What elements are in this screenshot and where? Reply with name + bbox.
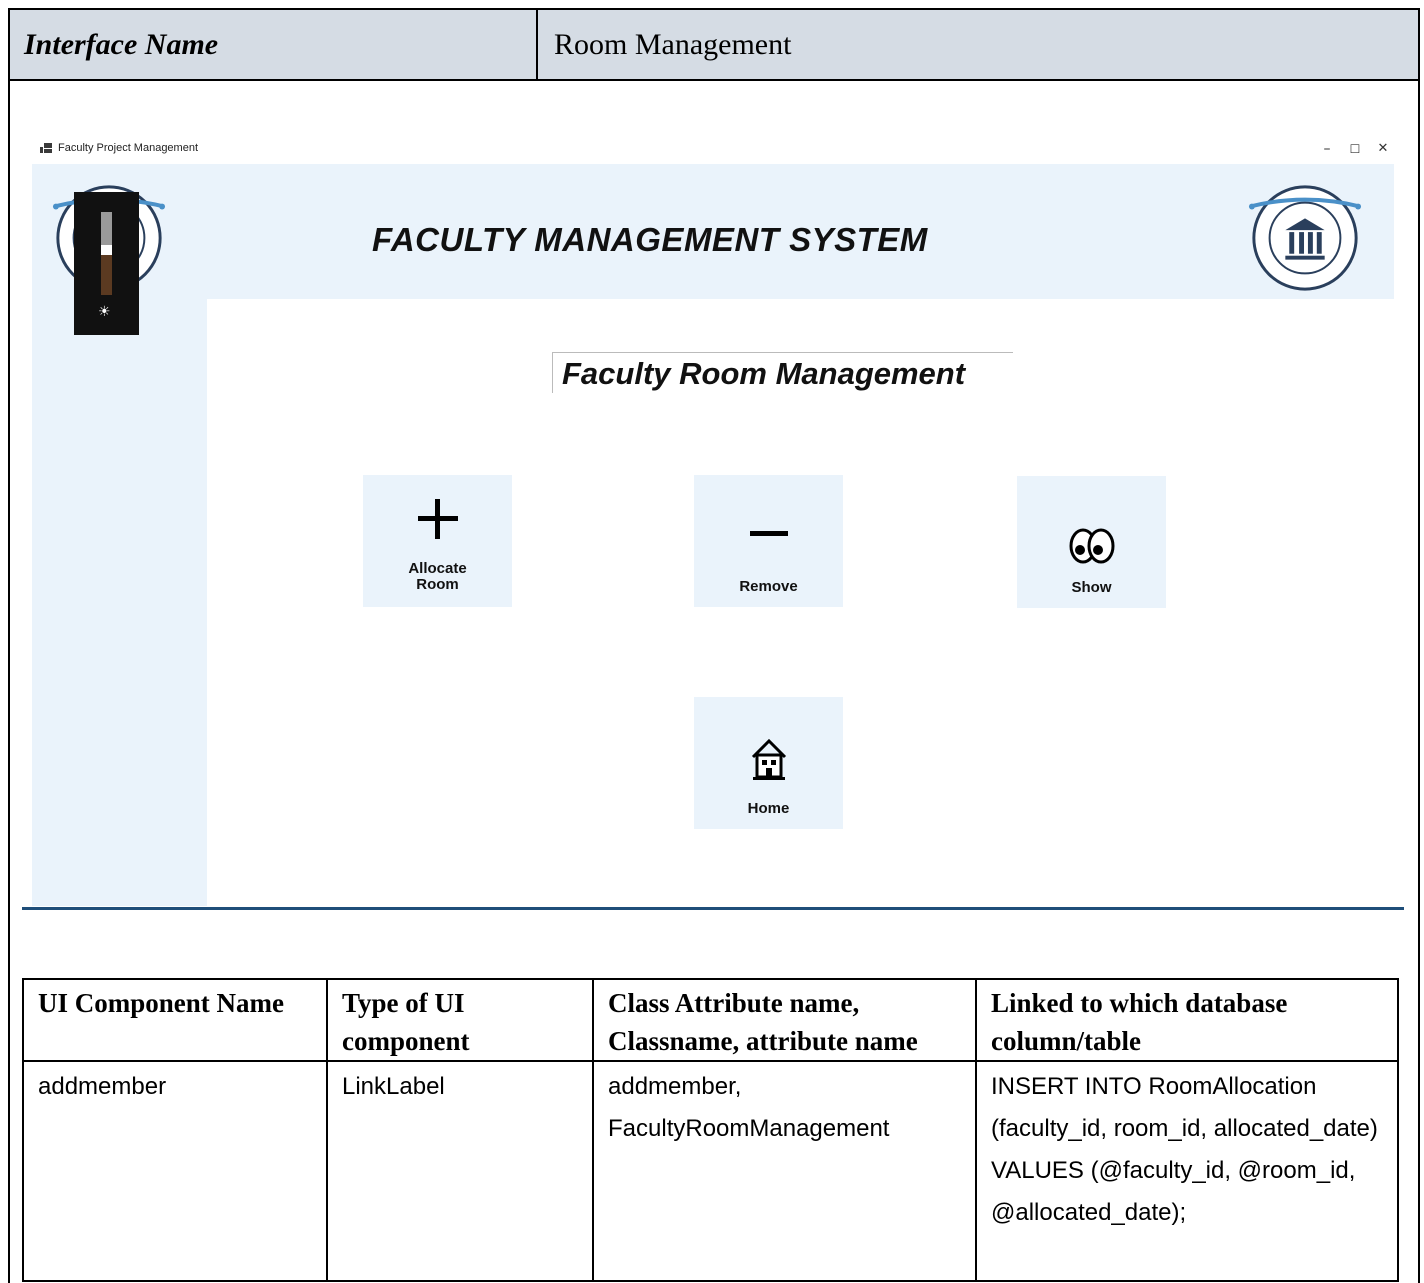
right-logo	[1246, 179, 1364, 297]
allocate-room-button[interactable]: Allocate Room	[363, 475, 512, 607]
show-button[interactable]: Show	[1017, 476, 1166, 608]
table-cell: LinkLabel	[326, 1060, 594, 1282]
table-cell: addmember	[22, 1060, 328, 1282]
brightness-slider-thumb[interactable]	[101, 245, 112, 255]
home-label: Home	[747, 800, 790, 817]
home-button[interactable]: Home	[694, 697, 843, 829]
window-title: Faculty Project Management	[58, 142, 199, 154]
plus-icon	[363, 497, 512, 546]
app-title: FACULTY MANAGEMENT SYSTEM	[372, 221, 928, 258]
minus-icon	[694, 523, 843, 548]
interface-header-row: Interface Name Room Management	[8, 8, 1420, 81]
sun-icon: ☀	[98, 304, 111, 320]
brightness-popup: ☀	[74, 192, 139, 335]
column-header: UI Component Name	[22, 978, 328, 1062]
show-label: Show	[1071, 579, 1112, 596]
column-header: Class Attribute name, Classname, attribu…	[592, 978, 977, 1062]
minimize-button[interactable]: –	[1312, 139, 1342, 159]
remove-button[interactable]: Remove	[694, 475, 843, 607]
remove-label: Remove	[739, 578, 798, 595]
interface-name-label: Interface Name	[10, 10, 538, 79]
app-icon	[40, 143, 52, 153]
table-row: addmember LinkLabel addmember, FacultyRo…	[22, 1060, 1399, 1282]
page-subtitle: Faculty Room Management	[562, 356, 966, 391]
table-cell: addmember, FacultyRoomManagement	[592, 1060, 977, 1282]
allocate-room-label: Allocate Room	[408, 560, 467, 593]
app-window: Faculty Project Management – ☐ ✕ FACULTY…	[22, 137, 1404, 910]
house-icon	[694, 737, 843, 786]
table-header-row: UI Component Name Type of UI component C…	[22, 978, 1399, 1062]
maximize-button[interactable]: ☐	[1340, 139, 1370, 159]
title-bar: Faculty Project Management – ☐ ✕	[22, 137, 1404, 163]
close-button[interactable]: ✕	[1368, 139, 1398, 159]
brightness-slider[interactable]	[101, 212, 112, 295]
eyes-icon	[1017, 526, 1166, 571]
column-header: Linked to which database column/table	[975, 978, 1399, 1062]
column-header: Type of UI component	[326, 978, 594, 1062]
table-cell: INSERT INTO RoomAllocation (faculty_id, …	[975, 1060, 1399, 1282]
ui-component-table: UI Component Name Type of UI component C…	[22, 978, 1399, 1282]
interface-name-value: Room Management	[554, 28, 792, 61]
